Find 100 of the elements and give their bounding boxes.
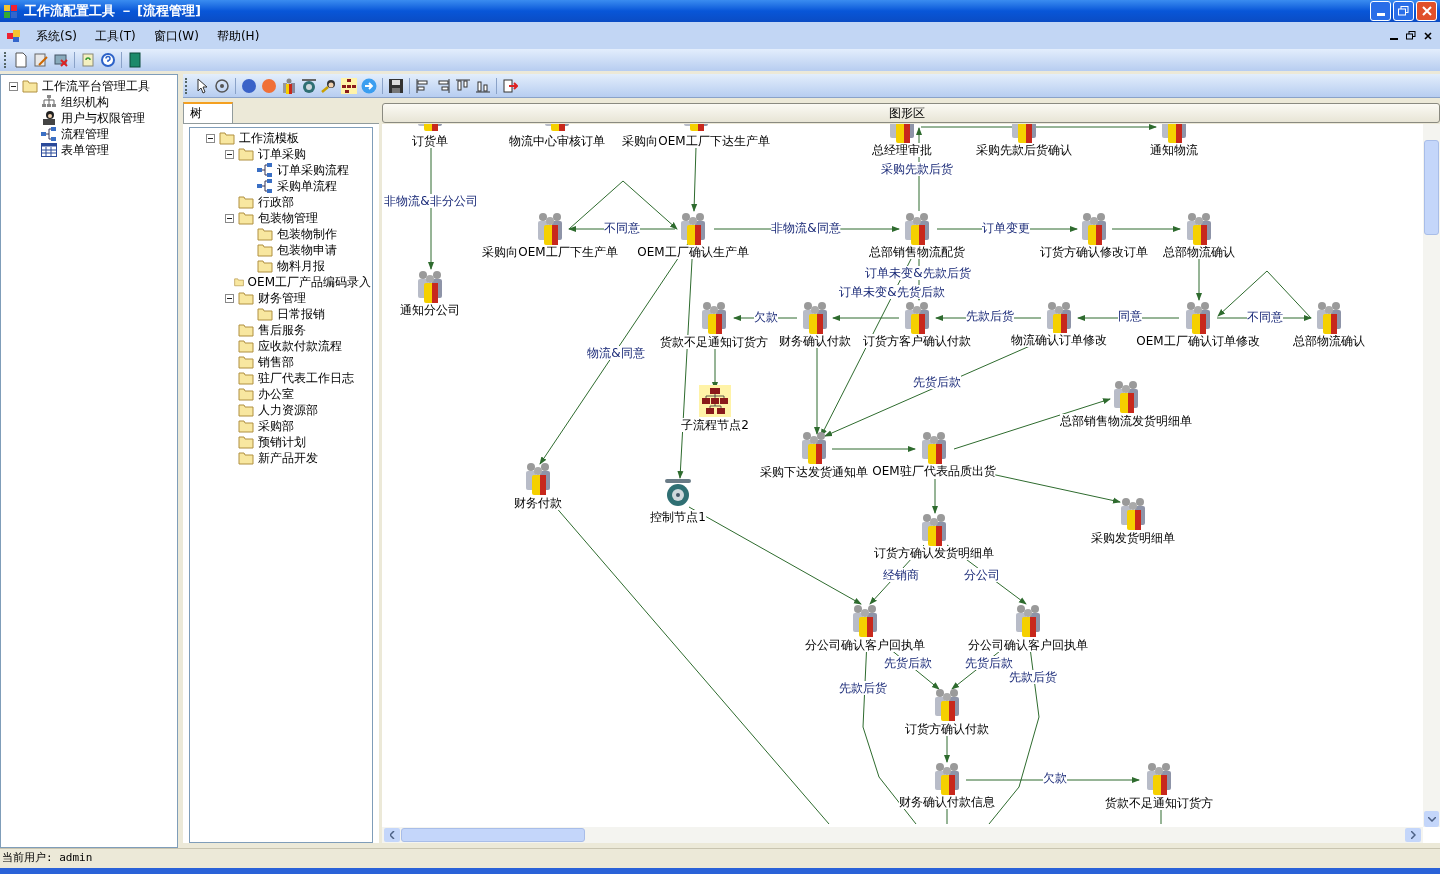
menu-item[interactable]: 系统(S) <box>36 26 77 45</box>
people-icon <box>800 301 830 335</box>
collapse-icon[interactable] <box>8 81 18 91</box>
status-text: 当前用户: admin <box>2 850 93 867</box>
menu-item[interactable]: 窗口(W) <box>153 26 199 45</box>
people-icon <box>1013 604 1043 638</box>
people-icon <box>902 301 932 335</box>
people-icon <box>799 431 829 465</box>
scroll-left-icon[interactable] <box>389 831 395 839</box>
edit-icon[interactable] <box>31 50 51 70</box>
tree-item[interactable]: 采购部 <box>257 418 295 434</box>
tree-item[interactable]: 组织机构 <box>60 94 110 110</box>
scrollbar-thumb[interactable] <box>1424 140 1439 235</box>
user-icon <box>41 110 57 126</box>
menu-item[interactable]: 帮助(H) <box>216 26 260 45</box>
tree-item[interactable]: 预销计划 <box>257 434 307 450</box>
vertical-scrollbar[interactable] <box>1423 124 1440 827</box>
collapse-icon[interactable] <box>224 149 234 159</box>
folder-icon <box>238 435 254 449</box>
org-chart-icon[interactable] <box>339 75 359 96</box>
edge-label: 同意 <box>1118 309 1142 323</box>
collapse-icon[interactable] <box>205 133 215 143</box>
node-label: 总经理审批 <box>872 143 932 157</box>
folder-icon <box>238 403 254 417</box>
tree-item[interactable]: 物料月报 <box>276 258 326 274</box>
people-icon <box>1184 212 1214 246</box>
collapse-icon[interactable] <box>224 293 234 303</box>
tree-item[interactable]: 工作流平台管理工具 <box>41 78 151 94</box>
people-icon <box>1118 497 1148 531</box>
tree-item[interactable]: 流程管理 <box>60 126 110 142</box>
folder-icon <box>22 79 38 93</box>
menu-item[interactable]: 工具(T) <box>95 26 136 45</box>
tree-item[interactable]: 办公室 <box>257 386 295 402</box>
tree-item[interactable]: 财务管理 <box>257 290 307 306</box>
node-label: 订货方确认发货明细单 <box>874 546 994 560</box>
app-icon <box>6 27 22 44</box>
tree-item[interactable]: 采购单流程 <box>276 178 338 194</box>
edge-label: 先款后货 <box>839 681 887 695</box>
close-button[interactable] <box>1416 1 1437 21</box>
people-icon <box>1044 301 1074 335</box>
edge-label: 非物流&非分公司 <box>384 194 478 208</box>
close-icon[interactable] <box>1424 31 1432 40</box>
gear-icon <box>662 476 694 508</box>
tree-item[interactable]: 订单采购 <box>257 146 307 162</box>
edge-label: 欠款 <box>754 310 778 324</box>
tree-item[interactable]: 行政部 <box>257 194 295 210</box>
folder-icon <box>238 371 254 385</box>
tree-item[interactable]: 包装物管理 <box>257 210 319 226</box>
arrow <box>932 478 938 514</box>
minimize-button[interactable] <box>1370 1 1391 21</box>
scroll-down-icon[interactable] <box>1427 816 1436 822</box>
table-icon <box>41 143 57 157</box>
node-label: 采购下达发货通知单 <box>760 465 868 479</box>
folder-icon <box>238 451 254 465</box>
people-icon <box>932 762 962 796</box>
people-icon <box>1111 380 1141 414</box>
node-label: 总部物流确认 <box>1163 245 1235 259</box>
tree-item[interactable]: 表单管理 <box>60 142 110 158</box>
edge-label: 先款后货 <box>1009 670 1057 684</box>
people-icon <box>1144 762 1174 796</box>
restore-icon[interactable] <box>1406 31 1416 40</box>
edge-label: 物流&同意 <box>587 346 645 360</box>
scrollbar-thumb[interactable] <box>401 828 585 842</box>
edge-label: 先货后款 <box>965 656 1013 670</box>
scroll-right-icon[interactable] <box>1410 831 1416 839</box>
tab[interactable]: 树 <box>183 102 233 123</box>
tree-item[interactable]: 人力资源部 <box>257 402 319 418</box>
tree-item[interactable]: 日常报销 <box>276 306 326 322</box>
node-label: 物流确认订单修改 <box>1011 333 1107 347</box>
horizontal-scrollbar[interactable] <box>382 827 1423 843</box>
help-icon[interactable] <box>98 50 118 70</box>
tree-item[interactable]: 售后服务 <box>257 322 307 338</box>
people-icon <box>919 431 949 465</box>
tree-item[interactable]: OEM工厂产品编码录入 <box>246 274 372 290</box>
folder-icon <box>238 387 254 401</box>
folder-icon <box>238 323 254 337</box>
tree-item[interactable]: 销售部 <box>257 354 295 370</box>
people-icon <box>1314 301 1344 335</box>
folder-icon <box>238 211 254 225</box>
tree-item[interactable]: 工作流模板 <box>238 130 300 146</box>
tree-item[interactable]: 订单采购流程 <box>276 162 350 178</box>
arrow <box>691 146 698 212</box>
tree-item[interactable]: 应收款付款流程 <box>257 338 343 354</box>
tree-item[interactable]: 驻厂代表工作日志 <box>257 370 355 386</box>
edge-label: 先款后货 <box>966 309 1014 323</box>
tree-item[interactable]: 包装物申请 <box>276 242 338 258</box>
flow-icon <box>257 163 273 177</box>
tree-item[interactable]: 用户与权限管理 <box>60 110 146 126</box>
people-icon <box>1183 301 1213 335</box>
tree-item[interactable]: 新产品开发 <box>257 450 319 466</box>
people-icon <box>919 513 949 547</box>
people-icon <box>678 212 708 246</box>
app-icon <box>3 3 19 19</box>
restore-button[interactable] <box>1393 1 1414 21</box>
people-icon <box>1079 212 1109 246</box>
edge-label: 不同意 <box>1247 310 1283 324</box>
collapse-icon[interactable] <box>224 213 234 223</box>
tree-item[interactable]: 包装物制作 <box>276 226 338 242</box>
folder-icon <box>257 243 273 257</box>
edge-label: 采购先款后货 <box>881 162 953 176</box>
